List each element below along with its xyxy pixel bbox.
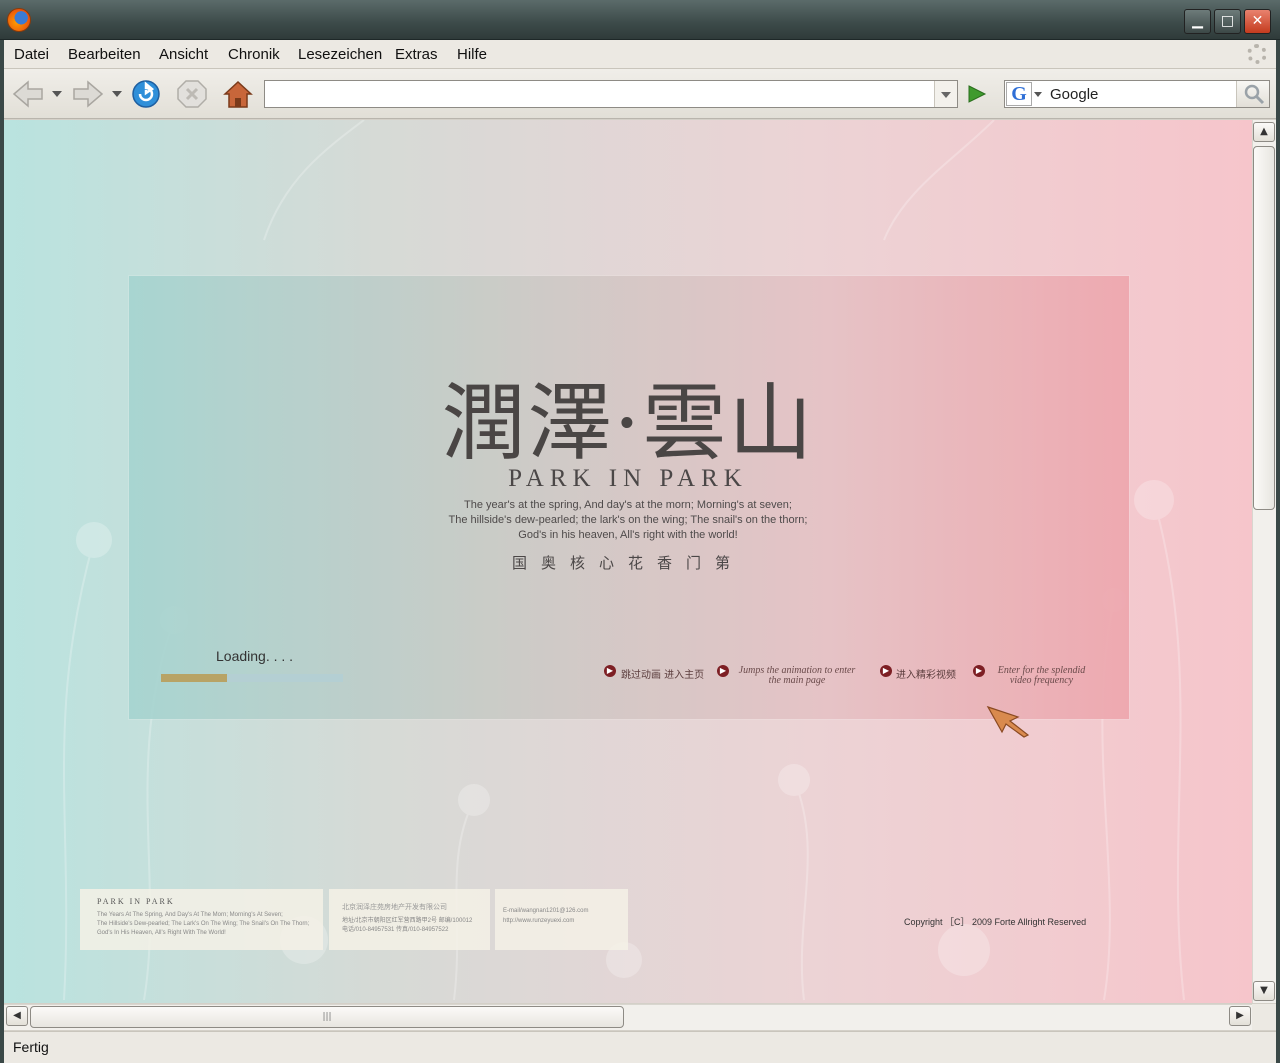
contact-lines: E-mail/wangnan1201@126.com http://www.ru… — [503, 906, 588, 926]
activity-throbber-icon — [1247, 44, 1267, 64]
arrow-bullet-icon[interactable]: ▶ — [604, 665, 616, 677]
loading-label: Loading. . . . — [216, 648, 294, 664]
video-link-en[interactable]: Enter for the splendid video frequency — [989, 666, 1094, 686]
back-history-dropdown-icon[interactable] — [52, 91, 62, 97]
logo-chinese-title: 潤澤·雲山 — [441, 374, 815, 472]
google-engine-icon[interactable]: G — [1006, 82, 1032, 106]
poem-line: The year's at the spring, And day's at t… — [464, 499, 792, 511]
company-name: 北京润泽庄苑房地产开发有限公司 — [342, 903, 447, 911]
search-input[interactable]: Google — [1050, 86, 1098, 103]
status-bar: Fertig — [0, 1031, 1280, 1063]
magnifier-icon — [1244, 84, 1265, 105]
search-button[interactable] — [1236, 81, 1269, 107]
scroll-up-button[interactable]: ▲ — [1253, 122, 1275, 142]
status-text: Fertig — [13, 1039, 49, 1055]
url-history-dropdown[interactable] — [934, 81, 957, 107]
menu-bearbeiten[interactable]: Bearbeiten — [68, 46, 141, 63]
copyright-text: Copyright ［C］ 2009 Forte Allright Reserv… — [904, 917, 1087, 927]
go-arrow-icon[interactable] — [960, 80, 992, 108]
english-title: PARK IN PARK — [508, 465, 748, 492]
footer-contact-box: E-mail/wangnan1201@126.com http://www.ru… — [495, 889, 628, 950]
forward-arrow-icon[interactable] — [72, 79, 104, 109]
chinese-subtitle: 国奥核心花香门第 — [511, 554, 744, 572]
loading-progress-fill — [161, 674, 227, 682]
window-frame-right — [1276, 40, 1280, 1063]
footer-line: 地址/北京市朝阳区红军营西路甲2号 邮编/100012 — [342, 918, 473, 924]
url-input[interactable] — [264, 80, 958, 108]
horizontal-scroll-thumb[interactable]: ||| — [30, 1006, 624, 1028]
footer-box-text: The Years At The Spring, And Day's At Th… — [97, 911, 309, 938]
email-link[interactable]: E-mail/wangnan1201@126.com — [503, 906, 588, 916]
footer-company-box: 北京润泽庄苑房地产开发有限公司 地址/北京市朝阳区红军营西路甲2号 邮编/100… — [329, 889, 490, 950]
decorative-cursor-arrow-icon — [986, 705, 1030, 738]
forward-history-dropdown-icon[interactable] — [112, 91, 122, 97]
link-line: video frequency — [1009, 675, 1074, 686]
menu-hilfe[interactable]: Hilfe — [457, 46, 487, 63]
skip-animation-link-cn[interactable]: 跳过动画 进入主页 — [621, 666, 704, 681]
title-bar: ▁ □ ✕ — [0, 0, 1280, 40]
footer-box-title: PARK IN PARK — [97, 897, 175, 906]
skip-animation-link-en[interactable]: Jumps the animation to enter the main pa… — [732, 666, 862, 686]
menu-bar: Datei Bearbeiten Ansicht Chronik Lesezei… — [0, 40, 1280, 69]
poem-text: The year's at the spring, And day's at t… — [4, 498, 1252, 543]
company-address: 地址/北京市朝阳区红军营西路甲2号 邮编/100012 电话/010-84957… — [342, 917, 472, 935]
vertical-scroll-thumb[interactable] — [1253, 146, 1275, 510]
scroll-left-button[interactable]: ◀ — [6, 1006, 28, 1026]
engine-dropdown-icon[interactable] — [1034, 92, 1042, 97]
loading-progress-bar — [161, 674, 343, 682]
arrow-bullet-icon[interactable]: ▶ — [973, 665, 985, 677]
arrow-bullet-icon[interactable]: ▶ — [717, 665, 729, 677]
menu-ansicht[interactable]: Ansicht — [159, 46, 208, 63]
close-button[interactable]: ✕ — [1244, 9, 1271, 34]
poem-line: God's in his heaven, All's right with th… — [518, 529, 738, 541]
footer-line: The Hillside's Dew-pearled; The Lark's O… — [97, 921, 310, 927]
poem-line: The hillside's dew-pearled; the lark's o… — [448, 514, 808, 526]
maximize-button[interactable]: □ — [1214, 9, 1241, 34]
footer-info-box: PARK IN PARK The Years At The Spring, An… — [80, 889, 323, 950]
footer-line: God's In His Heaven, All's Right With Th… — [97, 930, 226, 936]
home-icon[interactable] — [222, 79, 254, 109]
arrow-bullet-icon[interactable]: ▶ — [880, 665, 892, 677]
link-line: the main page — [768, 675, 826, 686]
stop-icon[interactable] — [176, 79, 208, 109]
footer-line: 电话/010-84957531 传真/010-84957522 — [342, 927, 449, 933]
menu-lesezeichen[interactable]: Lesezeichen — [298, 46, 382, 63]
menu-extras[interactable]: Extras — [395, 46, 438, 63]
chevron-down-icon — [941, 92, 951, 98]
menu-chronik[interactable]: Chronik — [228, 46, 280, 63]
window-frame-left — [0, 40, 4, 1063]
scroll-down-button[interactable]: ▼ — [1253, 981, 1275, 1001]
website-link[interactable]: http://www.runzeyuexi.com — [503, 916, 588, 926]
minimize-button[interactable]: ▁ — [1184, 9, 1211, 34]
web-page-content: 潤澤·雲山 PARK IN PARK The year's at the spr… — [4, 120, 1252, 1003]
footer-line: The Years At The Spring, And Day's At Th… — [97, 912, 283, 918]
reload-icon[interactable] — [130, 79, 162, 109]
menu-datei[interactable]: Datei — [14, 46, 49, 63]
scroll-right-button[interactable]: ▶ — [1229, 1006, 1251, 1026]
back-arrow-icon[interactable] — [12, 79, 44, 109]
search-field[interactable] — [1004, 80, 1270, 108]
video-link-cn[interactable]: 进入精彩视频 — [896, 666, 956, 681]
firefox-logo-icon — [7, 8, 31, 32]
scrollbar-corner — [1252, 1004, 1276, 1030]
